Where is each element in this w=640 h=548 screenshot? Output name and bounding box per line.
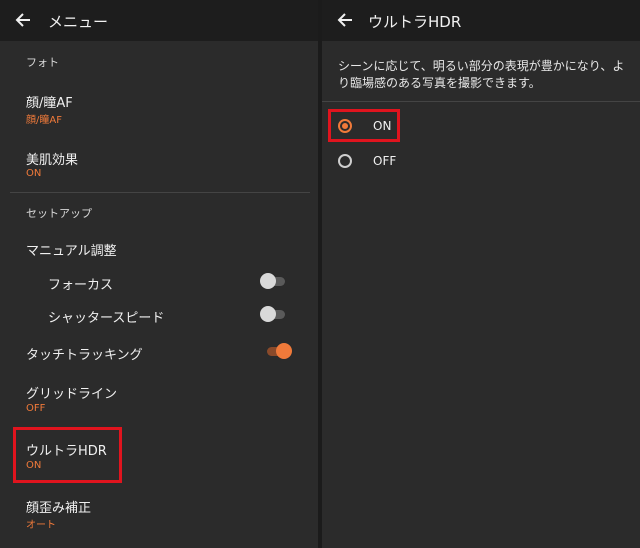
ultra-hdr-topbar: ウルトラHDR (322, 0, 640, 41)
section-header-setup: セットアップ (26, 207, 92, 220)
ultra-hdr-panel: ウルトラHDR シーンに応じて、明るい部分の表現が豊かになり、より臨場感のある写… (322, 0, 640, 548)
face-eye-af-value: 顔/瞳AF (26, 115, 62, 126)
face-distortion-label: 顔歪み補正 (26, 501, 92, 516)
face-distortion-value: オート (26, 520, 56, 531)
ultra-hdr-title: ウルトラHDR (368, 13, 462, 31)
menu-title: メニュー (48, 13, 109, 31)
focus-toggle-knob (260, 273, 276, 289)
radio-selected-icon[interactable] (338, 119, 352, 133)
skin-effect-value: ON (26, 168, 42, 179)
skin-effect-label: 美肌効果 (26, 153, 79, 168)
ultra-hdr-description: シーンに応じて、明るい部分の表現が豊かになり、より臨場感のある写真を撮影できます… (338, 59, 625, 90)
focus-label: フォーカス (48, 278, 114, 293)
shutter-speed-label: シャッタースピード (48, 311, 165, 326)
grid-line-label: グリッドライン (26, 387, 118, 402)
section-header-photo: フォト (26, 56, 59, 69)
touch-tracking-toggle-knob (276, 343, 292, 359)
manual-adjust-label: マニュアル調整 (26, 244, 117, 259)
description-divider (322, 101, 640, 102)
shutter-speed-toggle[interactable] (260, 306, 288, 322)
grid-line-value: OFF (26, 403, 46, 414)
touch-tracking-toggle[interactable] (264, 343, 292, 359)
ultra-hdr-value: ON (26, 460, 42, 471)
ultra-hdr-label: ウルトラHDR (26, 444, 107, 459)
radio-option-on-label: ON (373, 119, 392, 133)
menu-panel: メニュー フォト 顔/瞳AF 顔/瞳AF 美肌効果 ON セットアップ マニュア… (0, 0, 318, 548)
focus-toggle[interactable] (260, 273, 288, 289)
section-divider (10, 192, 310, 193)
menu-topbar: メニュー (0, 0, 318, 41)
radio-option-off-label: OFF (373, 154, 397, 168)
back-arrow-icon[interactable] (336, 10, 356, 30)
back-arrow-icon[interactable] (14, 10, 34, 30)
shutter-speed-toggle-knob (260, 306, 276, 322)
touch-tracking-label: タッチトラッキング (26, 348, 143, 363)
radio-unselected-icon[interactable] (338, 154, 352, 168)
face-eye-af-label: 顔/瞳AF (26, 96, 73, 111)
